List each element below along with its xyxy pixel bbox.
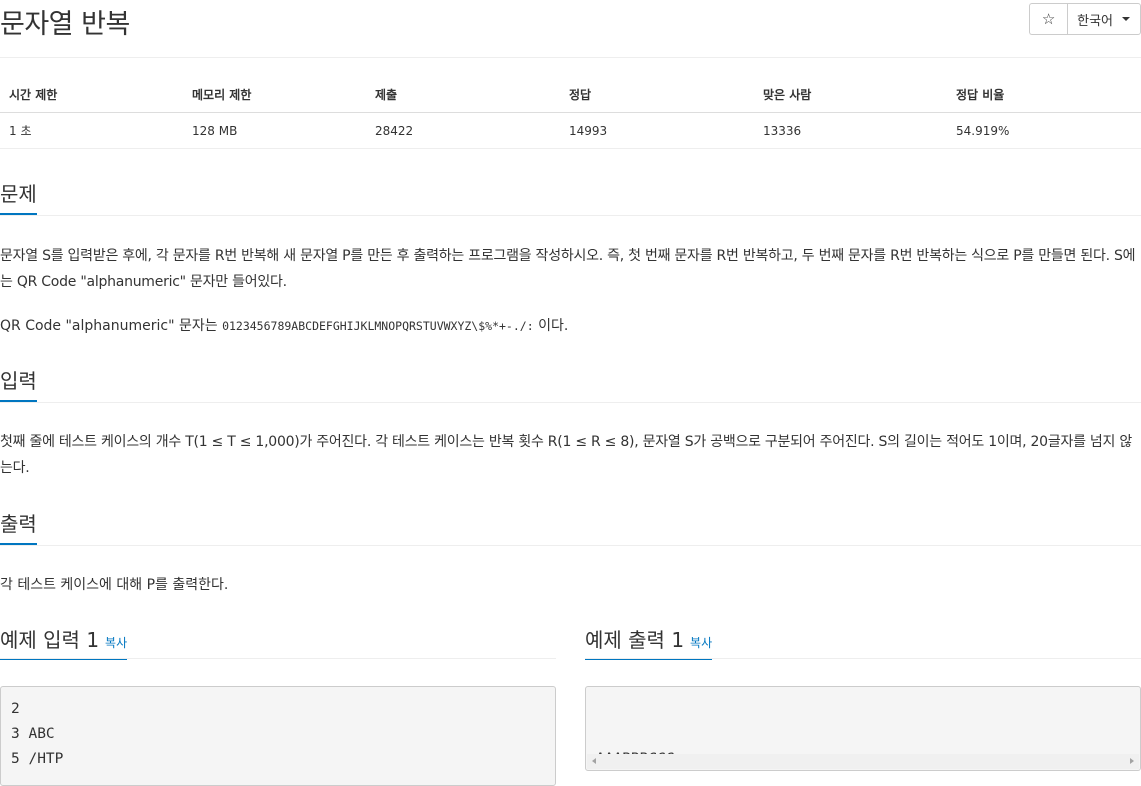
title-divider — [0, 57, 1141, 58]
sample-input-header: 예제 입력 1 복사 — [0, 624, 556, 660]
page-title: 문자열 반복 — [0, 9, 130, 40]
value-time-limit: 1 초 — [0, 112, 183, 149]
section-divider — [0, 402, 1141, 403]
section-divider — [0, 215, 1141, 216]
alphanumeric-prefix: QR Code "alphanumeric" 문자는 — [0, 318, 223, 334]
language-label: 한국어 — [1077, 13, 1113, 29]
alphanumeric-suffix: 이다. — [533, 318, 569, 334]
alphanumeric-description: QR Code "alphanumeric" 문자는 0123456789ABC… — [0, 313, 1141, 339]
copy-sample-input-button[interactable]: 복사 — [105, 636, 127, 650]
header-time-limit: 시간 제한 — [0, 77, 183, 113]
star-icon: ☆ — [1041, 10, 1056, 28]
favorite-star-button[interactable]: ☆ — [1029, 3, 1068, 35]
problem-stats-table: 시간 제한 메모리 제한 제출 정답 맞은 사람 정답 비율 1 초 128 M… — [0, 77, 1141, 149]
section-divider — [0, 658, 556, 659]
scroll-left-arrow-icon[interactable] — [592, 758, 596, 764]
sample-input-title: 예제 입력 1 — [0, 628, 100, 652]
sample-output-header: 예제 출력 1 복사 — [585, 624, 1141, 660]
sample-input-box[interactable]: 2 3 ABC 5 /HTP — [0, 686, 556, 786]
top-actions: ☆ 한국어 — [1029, 3, 1141, 35]
alphanumeric-charset: 0123456789ABCDEFGHIJKLMNOPQRSTUVWXYZ\$%*… — [222, 319, 534, 333]
problem-heading: 문제 — [0, 178, 37, 215]
output-description: 각 테스트 케이스에 대해 P를 출력한다. — [0, 577, 229, 593]
input-description: 첫째 줄에 테스트 케이스의 개수 T(1 ≤ T ≤ 1,000)가 주어진다… — [0, 434, 1133, 476]
header-submissions: 제출 — [366, 77, 560, 113]
sample-output-heading: 예제 출력 1 복사 — [585, 624, 713, 660]
header-accepted: 정답 — [560, 77, 754, 113]
problem-section-header: 문제 — [0, 178, 1141, 216]
output-heading: 출력 — [0, 508, 37, 545]
value-accept-ratio: 54.919% — [947, 112, 1141, 149]
header-accept-ratio: 정답 비율 — [947, 77, 1141, 113]
scroll-right-arrow-icon[interactable] — [1130, 758, 1134, 764]
section-divider — [585, 658, 1141, 659]
horizontal-scrollbar[interactable] — [587, 754, 1139, 769]
value-accepted: 14993 — [560, 112, 754, 149]
sample-output-title: 예제 출력 1 — [585, 628, 685, 652]
problem-description: 문자열 S를 입력받은 후에, 각 문자를 R번 반복해 새 문자열 P를 만든… — [0, 248, 1136, 290]
value-solvers: 13336 — [754, 112, 947, 149]
header-solvers: 맞은 사람 — [754, 77, 947, 113]
sample-input-heading: 예제 입력 1 복사 — [0, 624, 128, 660]
input-section-header: 입력 — [0, 365, 1141, 403]
language-dropdown[interactable]: 한국어 — [1067, 3, 1141, 35]
sample-output-box[interactable]: AAABBBCCC /////HHHHHTTTTTPPPPP — [585, 686, 1141, 771]
stats-header-row: 시간 제한 메모리 제한 제출 정답 맞은 사람 정답 비율 — [0, 77, 1141, 113]
value-submissions: 28422 — [366, 112, 560, 149]
input-heading: 입력 — [0, 365, 37, 402]
value-memory-limit: 128 MB — [183, 112, 366, 149]
caret-down-icon — [1122, 17, 1130, 21]
output-section-header: 출력 — [0, 508, 1141, 546]
copy-sample-output-button[interactable]: 복사 — [690, 636, 712, 650]
section-divider — [0, 545, 1141, 546]
stats-value-row: 1 초 128 MB 28422 14993 13336 54.919% — [0, 112, 1141, 149]
header-memory-limit: 메모리 제한 — [183, 77, 366, 113]
